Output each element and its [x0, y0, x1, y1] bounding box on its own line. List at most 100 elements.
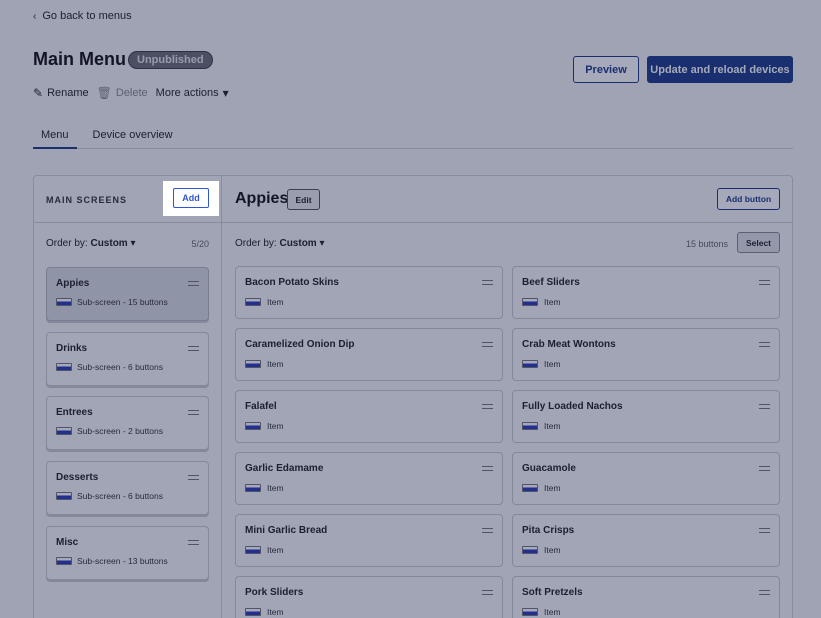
button-card-sub-label: Item: [544, 483, 561, 493]
drag-handle-icon[interactable]: [759, 466, 770, 471]
caret-down-icon: ▾: [130, 238, 136, 249]
drag-handle-icon[interactable]: [482, 280, 493, 285]
button-card-subtitle: Item: [245, 297, 284, 307]
drag-handle-icon[interactable]: [759, 342, 770, 347]
screen-card-misc[interactable]: Misc Sub-screen - 13 buttons: [46, 526, 209, 580]
delete-button[interactable]: 🗑 Delete: [97, 86, 148, 100]
button-card[interactable]: Mini Garlic Bread Item: [235, 514, 503, 567]
screen-card-sub-label: Sub-screen - 2 buttons: [77, 426, 163, 436]
order-by-label: Order by:: [46, 238, 88, 249]
button-card-title: Fully Loaded Nachos: [522, 401, 623, 412]
screen-card-sub-label: Sub-screen - 13 buttons: [77, 556, 168, 566]
tab-device-overview[interactable]: Device overview: [89, 128, 177, 149]
main-screens-column: MAIN SCREENS Order by: Custom ▾ 5/20 App…: [34, 176, 222, 618]
color-swatch-icon: [56, 557, 72, 565]
color-swatch-icon: [245, 360, 261, 368]
drag-handle-icon[interactable]: [759, 404, 770, 409]
button-card-subtitle: Item: [245, 359, 284, 369]
button-card-sub-label: Item: [267, 607, 284, 617]
button-card-sub-label: Item: [267, 359, 284, 369]
button-card-sub-label: Item: [267, 421, 284, 431]
button-card-subtitle: Item: [245, 545, 284, 555]
pencil-icon: ✎: [33, 86, 44, 100]
color-swatch-icon: [245, 298, 261, 306]
button-card-title: Bacon Potato Skins: [245, 277, 339, 288]
edit-screen-button[interactable]: Edit: [287, 189, 320, 210]
button-card[interactable]: Pita Crisps Item: [512, 514, 780, 567]
screens-count: 5/20: [191, 239, 209, 249]
caret-down-icon: ▾: [319, 238, 325, 249]
color-swatch-icon: [245, 546, 261, 554]
screen-card-subtitle: Sub-screen - 13 buttons: [56, 556, 168, 566]
screen-card-appies[interactable]: Appies Sub-screen - 15 buttons: [46, 267, 209, 321]
drag-handle-icon[interactable]: [188, 346, 199, 351]
back-to-menus-link[interactable]: ‹ Go back to menus: [33, 10, 132, 22]
screens-order-by[interactable]: Order by: Custom ▾: [46, 238, 136, 249]
drag-handle-icon[interactable]: [482, 404, 493, 409]
button-card[interactable]: Fully Loaded Nachos Item: [512, 390, 780, 443]
rename-button[interactable]: ✎ Rename: [33, 86, 89, 100]
drag-handle-icon[interactable]: [759, 590, 770, 595]
more-actions-dropdown[interactable]: More actions ▾: [156, 86, 229, 100]
drag-handle-icon[interactable]: [482, 528, 493, 533]
button-card-title: Guacamole: [522, 463, 576, 474]
order-by-value: Custom: [90, 238, 128, 249]
drag-handle-icon[interactable]: [482, 342, 493, 347]
screen-card-subtitle: Sub-screen - 15 buttons: [56, 297, 168, 307]
drag-handle-icon[interactable]: [188, 475, 199, 480]
button-card[interactable]: Crab Meat Wontons Item: [512, 328, 780, 381]
screen-card-entrees[interactable]: Entrees Sub-screen - 2 buttons: [46, 396, 209, 450]
button-card-sub-label: Item: [544, 545, 561, 555]
screen-card-title: Misc: [56, 537, 79, 548]
button-card[interactable]: Soft Pretzels Item: [512, 576, 780, 618]
button-card[interactable]: Falafel Item: [235, 390, 503, 443]
button-card-sub-label: Item: [267, 297, 284, 307]
screen-card-subtitle: Sub-screen - 6 buttons: [56, 491, 163, 501]
button-card-title: Pita Crisps: [522, 525, 575, 536]
button-card-sub-label: Item: [267, 483, 284, 493]
select-button[interactable]: Select: [737, 232, 780, 253]
button-card[interactable]: Guacamole Item: [512, 452, 780, 505]
buttons-order-by[interactable]: Order by: Custom ▾: [235, 238, 325, 249]
add-button-button[interactable]: Add button: [717, 188, 780, 210]
order-by-label: Order by:: [235, 238, 277, 249]
button-card[interactable]: Beef Sliders Item: [512, 266, 780, 319]
screen-card-subtitle: Sub-screen - 6 buttons: [56, 362, 163, 372]
screen-card-title: Entrees: [56, 407, 93, 418]
button-card-sub-label: Item: [267, 545, 284, 555]
chevron-left-icon: ‹: [33, 10, 37, 22]
screen-card-drinks[interactable]: Drinks Sub-screen - 6 buttons: [46, 332, 209, 386]
screen-card-desserts[interactable]: Desserts Sub-screen - 6 buttons: [46, 461, 209, 515]
drag-handle-icon[interactable]: [482, 466, 493, 471]
button-card-title: Pork Sliders: [245, 587, 304, 598]
button-card[interactable]: Bacon Potato Skins Item: [235, 266, 503, 319]
button-card-title: Soft Pretzels: [522, 587, 583, 598]
button-card-title: Beef Sliders: [522, 277, 580, 288]
main-screens-heading: MAIN SCREENS: [46, 195, 128, 205]
drag-handle-icon[interactable]: [188, 281, 199, 286]
color-swatch-icon: [56, 298, 72, 306]
drag-handle-icon[interactable]: [759, 280, 770, 285]
add-screen-button[interactable]: Add: [173, 188, 209, 208]
highlighted-add-button-spotlight: Add: [163, 181, 219, 216]
order-by-value: Custom: [279, 238, 317, 249]
update-reload-devices-button[interactable]: Update and reload devices: [647, 56, 793, 83]
screen-card-subtitle: Sub-screen - 2 buttons: [56, 426, 163, 436]
button-card[interactable]: Garlic Edamame Item: [235, 452, 503, 505]
status-badge: Unpublished: [128, 51, 213, 69]
button-card[interactable]: Pork Sliders Item: [235, 576, 503, 618]
button-card[interactable]: Caramelized Onion Dip Item: [235, 328, 503, 381]
button-card-sub-label: Item: [544, 421, 561, 431]
button-card-subtitle: Item: [522, 545, 561, 555]
tab-menu[interactable]: Menu: [33, 128, 77, 149]
drag-handle-icon[interactable]: [482, 590, 493, 595]
drag-handle-icon[interactable]: [759, 528, 770, 533]
button-card-title: Falafel: [245, 401, 277, 412]
drag-handle-icon[interactable]: [188, 540, 199, 545]
preview-button[interactable]: Preview: [573, 56, 639, 83]
button-card-title: Garlic Edamame: [245, 463, 324, 474]
rename-label: Rename: [47, 87, 89, 99]
color-swatch-icon: [56, 492, 72, 500]
color-swatch-icon: [56, 427, 72, 435]
drag-handle-icon[interactable]: [188, 410, 199, 415]
